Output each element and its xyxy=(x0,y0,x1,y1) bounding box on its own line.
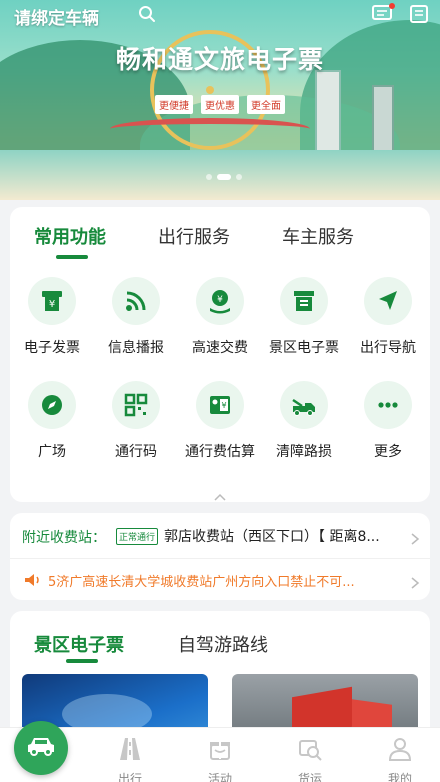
carousel-dot-active xyxy=(217,174,231,180)
function-toll-estimate[interactable]: ¥ 通行费估算 xyxy=(178,381,262,461)
speaker-icon xyxy=(24,572,42,586)
payment-icon: ¥ xyxy=(196,277,244,325)
road-icon xyxy=(117,736,143,762)
unread-badge xyxy=(389,3,395,9)
user-icon xyxy=(387,736,413,762)
function-label: 高速交费 xyxy=(192,340,248,356)
carousel-indicator xyxy=(206,174,242,180)
tab-active-indicator xyxy=(56,255,88,259)
traffic-notice-row[interactable]: 5济广高速长清大学城收费站广州方向入口禁止不可... xyxy=(10,559,430,600)
function-pass-code[interactable]: 通行码 xyxy=(94,381,178,461)
function-label: 广场 xyxy=(38,444,66,460)
banner-tag: 更优惠 xyxy=(201,95,239,114)
gift-icon xyxy=(207,736,233,762)
banner-tags: 更便捷 更优惠 更全面 xyxy=(155,95,285,114)
function-label: 通行费估算 xyxy=(185,444,255,460)
function-tow-service[interactable]: 清障路损 xyxy=(262,381,346,461)
search-icon[interactable] xyxy=(138,5,156,23)
toll-station-name: 郭店收费站（西区下口）【 距离8... xyxy=(164,529,380,545)
tow-truck-icon xyxy=(280,381,328,429)
function-label: 出行导航 xyxy=(360,340,416,356)
carousel-dot xyxy=(236,174,242,180)
nav-label: 活动 xyxy=(207,772,232,782)
invoice-icon: ¥ xyxy=(28,277,76,325)
menu-icon[interactable] xyxy=(410,5,428,23)
banner-tag: 更便捷 xyxy=(155,95,193,114)
function-label: 更多 xyxy=(374,444,402,460)
carousel-dot xyxy=(206,174,212,180)
tab-common-functions[interactable]: 常用功能 xyxy=(34,223,106,249)
tab-self-drive-routes[interactable]: 自驾游路线 xyxy=(178,631,268,657)
svg-text:¥: ¥ xyxy=(49,299,55,310)
traffic-notice-text: 5济广高速长清大学城收费站广州方向入口禁止不可... xyxy=(48,575,355,590)
nav-travel[interactable]: 出行 xyxy=(100,728,160,782)
collapse-chevron-icon[interactable] xyxy=(214,486,226,501)
function-e-invoice[interactable]: ¥ 电子发票 xyxy=(10,277,94,357)
compass-icon xyxy=(28,381,76,429)
nav-label: 货运 xyxy=(297,772,322,782)
car-icon xyxy=(26,735,56,761)
qrcode-icon xyxy=(112,381,160,429)
nav-label: 出行 xyxy=(117,772,142,782)
broadcast-icon xyxy=(112,277,160,325)
navigation-icon xyxy=(364,277,412,325)
message-icon[interactable] xyxy=(372,3,395,23)
nearby-toll-title: 附近收费站： xyxy=(22,530,106,546)
function-tabs: 常用功能 出行服务 车主服务 xyxy=(10,223,430,263)
svg-text:¥: ¥ xyxy=(221,401,226,410)
tab-owner-services[interactable]: 车主服务 xyxy=(282,223,354,249)
toll-estimate-icon: ¥ xyxy=(196,381,244,429)
tab-active-indicator xyxy=(66,659,98,663)
tab-scenic-tickets[interactable]: 景区电子票 xyxy=(34,631,124,657)
svg-text:¥: ¥ xyxy=(217,295,223,305)
function-plaza[interactable]: 广场 xyxy=(10,381,94,461)
function-navigation[interactable]: 出行导航 xyxy=(346,277,430,357)
chevron-right-icon xyxy=(410,574,420,589)
bind-vehicle-link[interactable]: 请绑定车辆 xyxy=(14,4,99,29)
freight-search-icon xyxy=(297,736,323,762)
banner-carousel[interactable]: 畅和通文旅电子票 更便捷 更优惠 更全面 xyxy=(0,0,440,200)
banner-tag: 更全面 xyxy=(247,95,285,114)
nav-label: 我的 xyxy=(387,772,412,782)
function-label: 通行码 xyxy=(115,444,157,460)
function-scenic-ticket[interactable]: 景区电子票 xyxy=(262,277,346,357)
bridge-illustration xyxy=(110,118,310,140)
function-toll-payment[interactable]: ¥ 高速交费 xyxy=(178,277,262,357)
function-broadcast[interactable]: 信息播报 xyxy=(94,277,178,357)
nearby-toll-row[interactable]: 附近收费站： 正常通行 郭店收费站（西区下口）【 距离8... xyxy=(10,513,430,559)
chevron-right-icon xyxy=(410,530,420,545)
function-label: 景区电子票 xyxy=(269,340,339,356)
ticket-icon xyxy=(280,277,328,325)
function-label: 信息播报 xyxy=(108,340,164,356)
home-car-button[interactable] xyxy=(14,721,68,775)
functions-card: 常用功能 出行服务 车主服务 ¥ 电子发票 信息播报 ¥ 高速交费 景区电子票 … xyxy=(10,207,430,502)
function-label: 电子发票 xyxy=(24,340,80,356)
function-more[interactable]: 更多 xyxy=(346,381,430,461)
status-badge: 正常通行 xyxy=(116,528,159,545)
nav-freight[interactable]: 货运 xyxy=(280,728,340,782)
function-label: 清障路损 xyxy=(276,444,332,460)
banner-title: 畅和通文旅电子票 xyxy=(115,45,324,74)
tab-travel-services[interactable]: 出行服务 xyxy=(158,223,230,249)
more-icon xyxy=(364,381,412,429)
top-bar: 请绑定车辆 xyxy=(0,0,440,30)
nav-activity[interactable]: 活动 xyxy=(190,728,250,782)
nav-mine[interactable]: 我的 xyxy=(370,728,430,782)
nearby-toll-card: 附近收费站： 正常通行 郭店收费站（西区下口）【 距离8... 5济广高速长清大… xyxy=(10,513,430,600)
